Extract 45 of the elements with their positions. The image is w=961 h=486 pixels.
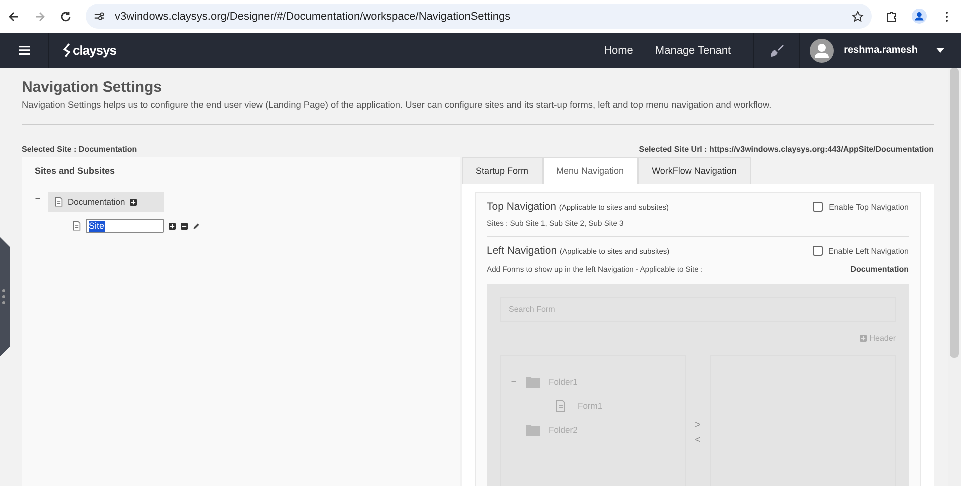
paintbrush-icon[interactable] bbox=[768, 42, 785, 58]
add-icon[interactable] bbox=[169, 222, 176, 230]
tab[interactable]: Startup Form bbox=[462, 157, 543, 184]
logo-mark-icon bbox=[63, 43, 72, 58]
selected-site-url: Selected Site Url : https://v3windows.claysys.org:443/AppSite/Documentation bbox=[639, 145, 934, 154]
user-name[interactable]: reshma.ramesh bbox=[844, 45, 918, 56]
checkbox-label[interactable]: Enable Left Navigation bbox=[828, 246, 909, 256]
checkbox[interactable] bbox=[813, 202, 824, 212]
folder-icon bbox=[526, 424, 540, 436]
url-text: v3windows.claysys.org/Designer/#/Documentation/workspace/NavigationSettings bbox=[115, 10, 512, 22]
node-label: Documentation bbox=[68, 197, 126, 207]
back-icon[interactable] bbox=[8, 10, 20, 22]
logo-text: claysys bbox=[73, 43, 116, 58]
node-name-field[interactable]: Site bbox=[86, 219, 164, 233]
pencil-icon[interactable] bbox=[193, 222, 200, 230]
panel-title: Sites and Subsites bbox=[35, 166, 116, 176]
nav-link[interactable]: Manage Tenant bbox=[655, 44, 732, 56]
add-icon[interactable] bbox=[130, 198, 138, 206]
extensions-icon[interactable] bbox=[886, 10, 898, 22]
page-description: Navigation Settings helps us to configure the end user view (Landing Page) of the application. User can configure sites and its start-up forms, left and top menu navigation and workflow. bbox=[22, 100, 773, 110]
collapse-icon[interactable] bbox=[35, 196, 41, 202]
site-name: Documentation bbox=[850, 265, 909, 274]
document-icon bbox=[73, 221, 81, 231]
side-drawer-handle-drawing[interactable] bbox=[0, 237, 10, 357]
bookmark-star-icon[interactable] bbox=[852, 10, 864, 22]
document-icon bbox=[55, 197, 63, 207]
site-settings-icon[interactable] bbox=[94, 11, 105, 22]
form-icon bbox=[556, 400, 566, 412]
reload-icon[interactable] bbox=[60, 10, 72, 22]
nav-link[interactable]: Home bbox=[604, 44, 634, 56]
checkbox-label[interactable]: Enable Top Navigation bbox=[829, 202, 909, 212]
folder-icon bbox=[526, 376, 540, 388]
tab[interactable]: Menu Navigation bbox=[542, 157, 638, 184]
checkbox[interactable] bbox=[812, 246, 822, 256]
plus-icon bbox=[860, 335, 867, 342]
selected-site-label: Selected Site : Documentation bbox=[22, 145, 138, 154]
page-title: Navigation Settings bbox=[22, 79, 164, 96]
tree-node[interactable]: Documentation bbox=[48, 192, 164, 212]
menu-icon[interactable] bbox=[18, 45, 30, 56]
tab[interactable]: WorkFlow Navigation bbox=[638, 157, 751, 184]
remove-icon[interactable] bbox=[181, 222, 188, 230]
caret-icon[interactable] bbox=[936, 48, 945, 53]
profile-icon[interactable] bbox=[912, 9, 927, 24]
avatar-icon[interactable] bbox=[810, 38, 834, 62]
address-bar[interactable]: v3windows.claysys.org/Designer/#/Documentation/workspace/NavigationSettings bbox=[86, 4, 872, 29]
